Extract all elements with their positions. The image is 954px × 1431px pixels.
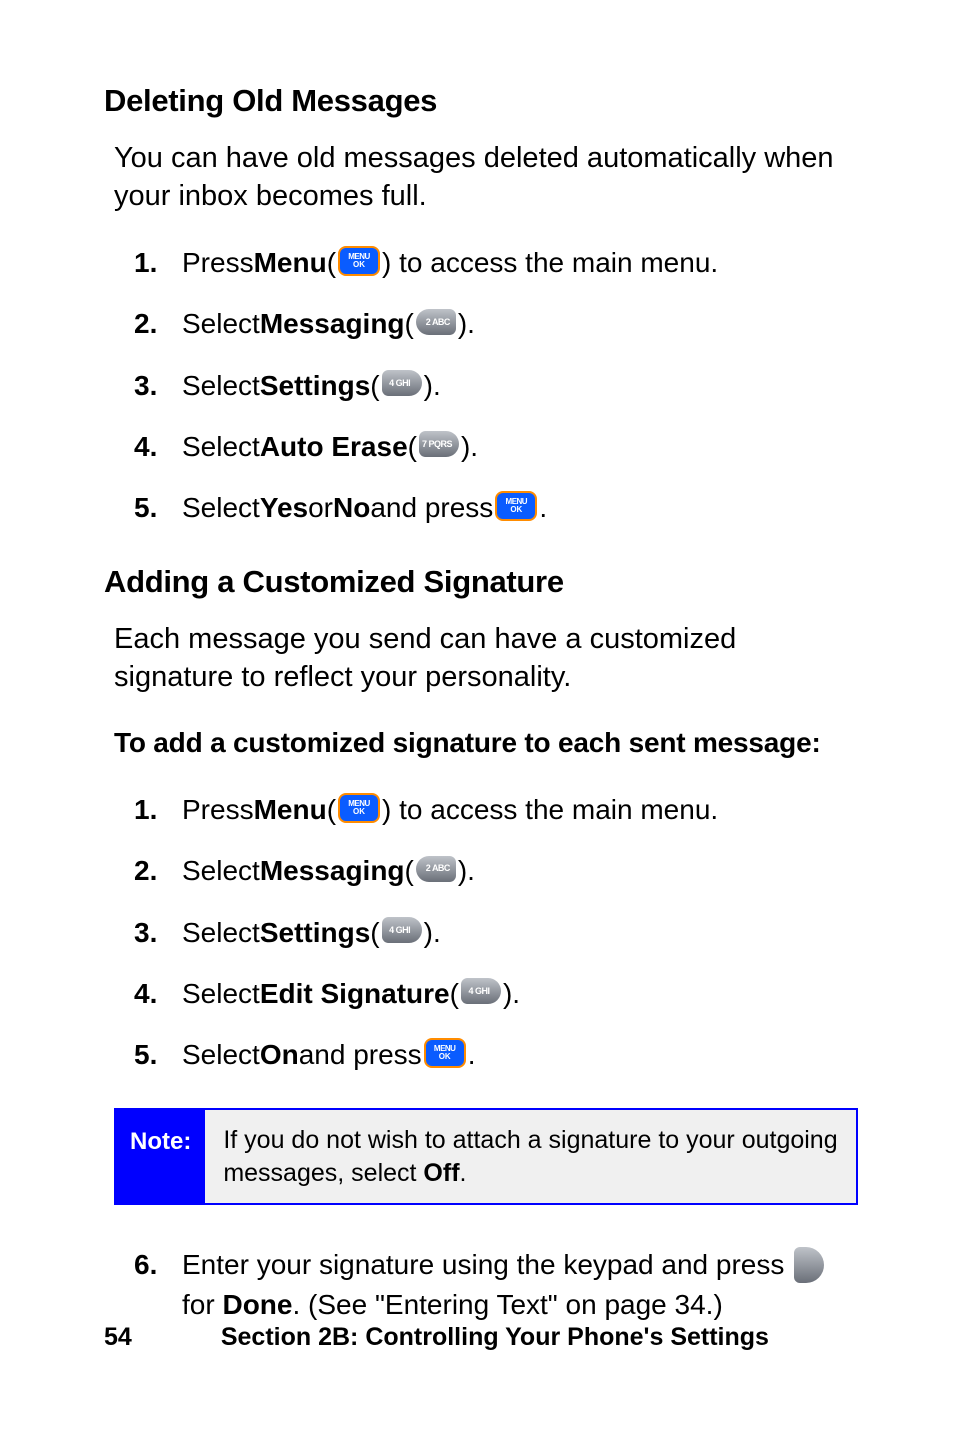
step-text: ( <box>405 304 414 343</box>
step-number: 3. <box>134 366 182 405</box>
note-box: Note: If you do not wish to attach a sig… <box>114 1108 858 1205</box>
step-text: ( <box>405 851 414 890</box>
step-3: 3. Select Settings ( 4 GHI ). <box>134 913 858 952</box>
step-text: Select <box>182 488 260 527</box>
heading-deleting-old-messages: Deleting Old Messages <box>104 80 858 122</box>
step-1: 1. Press Menu ( MENUOK ) to access the m… <box>134 790 858 829</box>
step-strong: Yes <box>260 488 308 527</box>
menu-ok-key-icon: MENUOK <box>424 1038 466 1068</box>
step-number: 1. <box>134 790 182 829</box>
key-2-icon: 2 ABC <box>416 856 456 882</box>
key-4-icon: 4 GHI <box>461 978 501 1004</box>
step-number: 1. <box>134 243 182 282</box>
step-number: 5. <box>134 1035 182 1074</box>
step-text: for <box>182 1289 222 1320</box>
step-strong: Done <box>222 1289 292 1320</box>
step-text: . <box>539 488 547 527</box>
key-7-icon: 7 PQRS <box>419 431 459 457</box>
menu-ok-key-icon: MENUOK <box>338 246 380 276</box>
note-body: If you do not wish to attach a signature… <box>205 1110 856 1203</box>
step-text: or <box>308 488 333 527</box>
softkey-icon: ··· <box>794 1247 824 1283</box>
step-text: Enter your signature using the keypad an… <box>182 1249 792 1280</box>
step-number: 6. <box>134 1245 182 1284</box>
step-text: ). <box>503 974 520 1013</box>
step-6: 6.Enter your signature using the keypad … <box>134 1245 858 1324</box>
step-number: 2. <box>134 851 182 890</box>
step-strong: Settings <box>260 913 370 952</box>
step-strong: Messaging <box>260 851 405 890</box>
step-number: 5. <box>134 488 182 527</box>
page-footer: 54 Section 2B: Controlling Your Phone's … <box>0 1321 954 1355</box>
steps-list-3: 6.Enter your signature using the keypad … <box>104 1245 858 1324</box>
key-2-icon: 2 ABC <box>416 309 456 335</box>
step-number: 3. <box>134 913 182 952</box>
step-2: 2. Select Messaging ( 2 ABC ). <box>134 304 858 343</box>
menu-ok-key-icon: MENUOK <box>495 491 537 521</box>
step-3: 3. Select Settings ( 4 GHI ). <box>134 366 858 405</box>
step-4: 4. Select Edit Signature ( 4 GHI ). <box>134 974 858 1013</box>
page-number: 54 <box>104 1321 132 1355</box>
note-text: If you do not wish to attach a signature… <box>223 1126 837 1187</box>
steps-list-1: 1. Press Menu ( MENUOK ) to access the m… <box>104 243 858 527</box>
intro-text: Each message you send can have a customi… <box>104 621 858 696</box>
step-text: ( <box>450 974 459 1013</box>
step-text: ). <box>458 304 475 343</box>
step-strong: Messaging <box>260 304 405 343</box>
step-text: Press <box>182 243 254 282</box>
step-4: 4. Select Auto Erase ( 7 PQRS ). <box>134 427 858 466</box>
step-text: . (See "Entering Text" on page 34.) <box>292 1289 722 1320</box>
step-text: Select <box>182 427 260 466</box>
subheading: To add a customized signature to each se… <box>104 724 858 762</box>
menu-ok-key-icon: MENUOK <box>338 793 380 823</box>
step-strong: Menu <box>254 243 327 282</box>
step-text: Select <box>182 913 260 952</box>
note-strong: Off <box>423 1159 459 1187</box>
step-text: ) to access the main menu. <box>382 243 718 282</box>
footer-text: Section 2B: Controlling Your Phone's Set… <box>132 1321 858 1355</box>
steps-list-2: 1. Press Menu ( MENUOK ) to access the m… <box>104 790 858 1074</box>
step-text: and press <box>370 488 493 527</box>
step-text: ( <box>370 366 379 405</box>
step-strong: Menu <box>254 790 327 829</box>
step-text: Select <box>182 1035 260 1074</box>
step-text: ). <box>458 851 475 890</box>
step-text: and press <box>299 1035 422 1074</box>
key-4-icon: 4 GHI <box>382 370 422 396</box>
step-number: 4. <box>134 974 182 1013</box>
step-strong: Edit Signature <box>260 974 450 1013</box>
step-text: ) to access the main menu. <box>382 790 718 829</box>
step-strong: On <box>260 1035 299 1074</box>
step-2: 2. Select Messaging ( 2 ABC ). <box>134 851 858 890</box>
key-4-icon: 4 GHI <box>382 917 422 943</box>
step-text: Select <box>182 366 260 405</box>
step-number: 4. <box>134 427 182 466</box>
step-strong: Auto Erase <box>260 427 408 466</box>
heading-adding-signature: Adding a Customized Signature <box>104 561 858 603</box>
step-text: Select <box>182 851 260 890</box>
step-text: ). <box>424 913 441 952</box>
note-text: . <box>460 1159 467 1187</box>
step-text: Select <box>182 304 260 343</box>
step-text: . <box>468 1035 476 1074</box>
intro-text: You can have old messages deleted automa… <box>104 140 858 215</box>
step-text: ). <box>461 427 478 466</box>
step-strong: No <box>333 488 370 527</box>
step-text: ( <box>327 790 336 829</box>
step-text: Select <box>182 974 260 1013</box>
step-text: ( <box>408 427 417 466</box>
step-text: ( <box>370 913 379 952</box>
step-strong: Settings <box>260 366 370 405</box>
step-5: 5. Select On and press MENUOK . <box>134 1035 858 1074</box>
step-5: 5. Select Yes or No and press MENUOK . <box>134 488 858 527</box>
step-number: 2. <box>134 304 182 343</box>
step-text: ( <box>327 243 336 282</box>
step-1: 1. Press Menu ( MENUOK ) to access the m… <box>134 243 858 282</box>
step-text: Press <box>182 790 254 829</box>
step-text: ). <box>424 366 441 405</box>
note-label: Note: <box>116 1110 205 1203</box>
